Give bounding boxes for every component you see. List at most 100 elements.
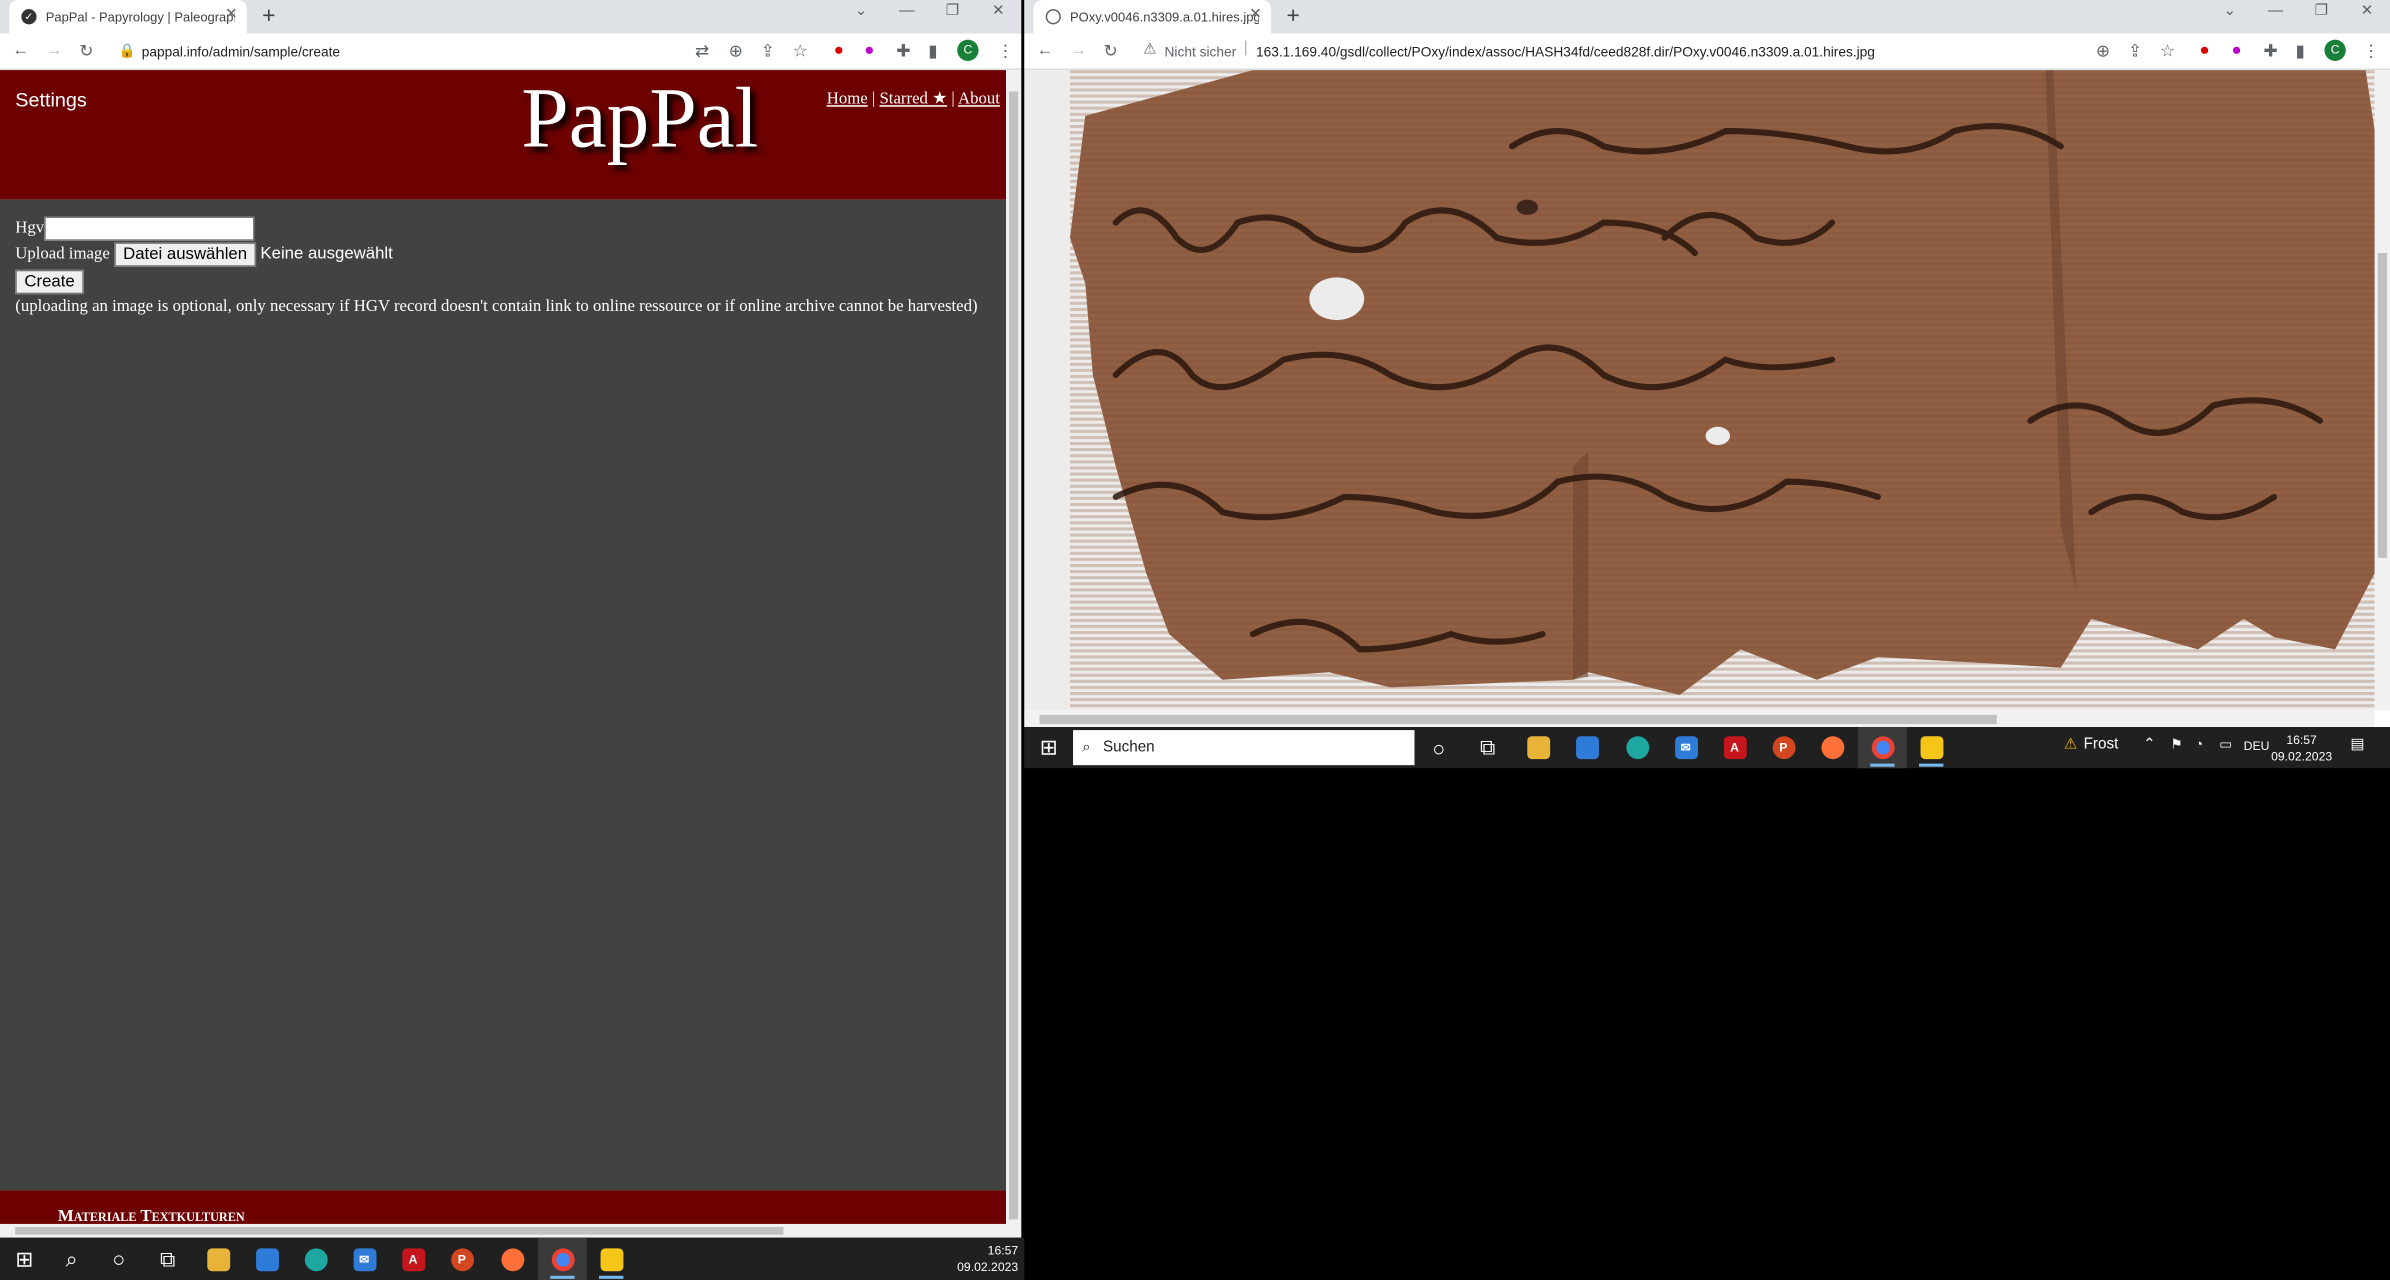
- window-controls: ⌄ — ❐ ✕: [838, 3, 1021, 20]
- choose-file-button[interactable]: Datei auswählen: [113, 242, 257, 267]
- chrome-icon[interactable]: [538, 1237, 587, 1280]
- taskview-icon[interactable]: ⧉: [143, 1238, 192, 1280]
- edge-icon[interactable]: [1613, 727, 1662, 768]
- zoom-icon[interactable]: ⊕: [2096, 41, 2110, 61]
- puzzle-icon[interactable]: ✚: [896, 41, 910, 61]
- star-icon[interactable]: ☆: [793, 41, 808, 61]
- create-button[interactable]: Create: [15, 269, 84, 295]
- windows-start-icon[interactable]: ⊞: [0, 1238, 49, 1280]
- acrobat-icon[interactable]: A: [389, 1238, 438, 1280]
- warning-icon: ⚠: [2063, 736, 2078, 753]
- python-idle-icon[interactable]: [1907, 727, 1956, 768]
- mail-icon[interactable]: ✉: [340, 1238, 389, 1280]
- vertical-scrollbar[interactable]: [2374, 70, 2390, 711]
- nav-home[interactable]: Home: [827, 90, 868, 108]
- clock[interactable]: 16:57 09.02.2023: [2271, 732, 2332, 766]
- search-icon[interactable]: ⌕: [47, 1238, 96, 1280]
- horizontal-scrollbar[interactable]: [1024, 710, 2375, 728]
- mail-icon[interactable]: ✉: [1661, 727, 1710, 768]
- acrobat-icon[interactable]: A: [1710, 727, 1759, 768]
- powerpoint-icon[interactable]: P: [437, 1238, 486, 1280]
- tab-search-icon[interactable]: ⌄: [2207, 3, 2253, 20]
- address-bar[interactable]: pappal.info/admin/sample/create: [142, 40, 660, 64]
- wifi-icon[interactable]: ◔: [2195, 736, 2203, 751]
- powerpoint-icon[interactable]: P: [1759, 727, 1808, 768]
- security-label[interactable]: Nicht sicher: [1165, 40, 1237, 64]
- scrollbar-thumb[interactable]: [1039, 714, 1997, 725]
- star-icon[interactable]: ☆: [2160, 41, 2175, 61]
- weather-widget[interactable]: ⚠ Frost: [2064, 736, 2118, 753]
- firefox-icon[interactable]: [488, 1238, 537, 1280]
- minimize-icon[interactable]: —: [884, 3, 930, 20]
- extension-purple-icon[interactable]: ●: [864, 41, 874, 59]
- upload-row: Upload image Datei auswählen Keine ausge…: [15, 242, 393, 267]
- nav-about[interactable]: About: [958, 90, 1000, 108]
- explorer-icon[interactable]: [1514, 727, 1563, 768]
- close-window-icon[interactable]: ✕: [2344, 3, 2390, 20]
- menu-icon[interactable]: ⋮: [997, 41, 1014, 61]
- papyrus-image[interactable]: [1024, 70, 2375, 711]
- address-bar[interactable]: 163.1.169.40/gsdl/collect/POxy/index/ass…: [1256, 40, 2079, 64]
- tab-close-icon[interactable]: ✕: [225, 6, 238, 23]
- restore-icon[interactable]: ❐: [2299, 3, 2345, 20]
- menu-icon[interactable]: ⋮: [2363, 41, 2380, 61]
- store-icon[interactable]: [1562, 727, 1611, 768]
- scrollbar-thumb[interactable]: [1009, 91, 1019, 1220]
- taskbar-search-box[interactable]: ⌕ Suchen: [1073, 730, 1415, 766]
- zoom-icon[interactable]: ⊕: [729, 41, 743, 61]
- explorer-icon[interactable]: [194, 1238, 243, 1280]
- language-indicator[interactable]: DEU: [2244, 739, 2270, 753]
- chrome-icon[interactable]: [1858, 727, 1907, 769]
- close-window-icon[interactable]: ✕: [976, 3, 1022, 20]
- extension-red-icon[interactable]: ●: [2199, 41, 2209, 59]
- share-icon[interactable]: ⇪: [761, 41, 775, 61]
- forward-icon[interactable]: →: [46, 41, 63, 59]
- network-icon[interactable]: ⚑: [2171, 736, 2183, 753]
- taskview-icon[interactable]: ⧉: [1463, 727, 1512, 768]
- forward-icon[interactable]: →: [1070, 41, 1087, 59]
- profile-icon[interactable]: C: [957, 39, 979, 61]
- tab-close-icon[interactable]: ✕: [1249, 6, 1262, 23]
- store-icon[interactable]: [242, 1238, 291, 1280]
- cortana-icon[interactable]: ○: [1414, 727, 1463, 768]
- horizontal-scrollbar[interactable]: [0, 1223, 1006, 1238]
- edge-icon[interactable]: [291, 1238, 340, 1280]
- tab-image[interactable]: POxy.v0046.n3309.a.01.hires.jpg ✕: [1033, 0, 1272, 34]
- cortana-icon[interactable]: ○: [95, 1238, 144, 1280]
- minimize-icon[interactable]: —: [2253, 3, 2299, 20]
- new-tab-button[interactable]: +: [1286, 3, 1299, 29]
- battery-icon[interactable]: ▭: [2219, 736, 2232, 753]
- restore-icon[interactable]: ❐: [930, 3, 976, 20]
- firefox-icon[interactable]: [1808, 727, 1857, 768]
- puzzle-icon[interactable]: ✚: [2263, 41, 2277, 61]
- reload-icon[interactable]: ↻: [79, 41, 93, 61]
- translate-icon[interactable]: ⇄: [695, 41, 709, 61]
- site-logo[interactable]: PapPal: [521, 70, 758, 168]
- scrollbar-thumb[interactable]: [15, 1227, 784, 1235]
- tab-pappal[interactable]: ✓ PapPal - Papyrology | Paleography ✕: [9, 0, 247, 34]
- settings-link[interactable]: Settings: [15, 88, 87, 111]
- chevron-up-icon[interactable]: ⌃: [2143, 736, 2156, 753]
- sidepanel-icon[interactable]: ▮: [2295, 41, 2304, 61]
- create-row: Create: [15, 269, 84, 295]
- reload-icon[interactable]: ↻: [1104, 41, 1118, 61]
- profile-icon[interactable]: C: [2324, 39, 2346, 61]
- extension-purple-icon[interactable]: ●: [2231, 41, 2241, 59]
- share-icon[interactable]: ⇪: [2128, 41, 2142, 61]
- new-tab-button[interactable]: +: [262, 3, 275, 29]
- extension-red-icon[interactable]: ●: [834, 41, 844, 59]
- vertical-scrollbar[interactable]: [1005, 70, 1022, 1238]
- python-idle-icon[interactable]: [587, 1238, 636, 1280]
- tab-strip: POxy.v0046.n3309.a.01.hires.jpg ✕ + ⌄ — …: [1024, 0, 2390, 34]
- tab-search-icon[interactable]: ⌄: [838, 3, 884, 20]
- clock[interactable]: 16:57 09.02.2023: [957, 1242, 1018, 1276]
- sidepanel-icon[interactable]: ▮: [928, 41, 937, 61]
- window-controls: ⌄ — ❐ ✕: [2207, 3, 2390, 20]
- back-icon[interactable]: ←: [12, 41, 29, 59]
- nav-starred[interactable]: Starred ★: [879, 90, 947, 108]
- notification-icon[interactable]: ▤: [2350, 736, 2364, 753]
- hgv-input[interactable]: [44, 216, 255, 241]
- windows-start-icon[interactable]: ⊞: [1024, 727, 1073, 768]
- back-icon[interactable]: ←: [1036, 41, 1053, 59]
- scrollbar-thumb[interactable]: [2377, 253, 2387, 558]
